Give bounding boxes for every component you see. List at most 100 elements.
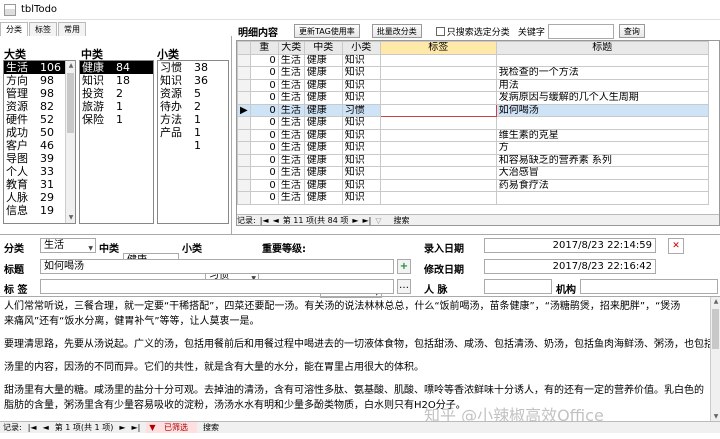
cell-small[interactable]: 知识 bbox=[341, 128, 381, 142]
row-selector[interactable]: ▶ bbox=[237, 103, 251, 117]
table-row[interactable]: 0 生活 健康 知识 bbox=[237, 116, 709, 130]
col-tag[interactable]: 标签 bbox=[379, 41, 497, 55]
only-selected-checkbox[interactable] bbox=[435, 26, 445, 36]
cell-title[interactable]: 和容易缺乏的营养素 系列 bbox=[495, 153, 709, 167]
row-selector[interactable] bbox=[237, 166, 251, 180]
cell-mid[interactable]: 健康 bbox=[303, 128, 343, 142]
filter-badge[interactable]: ▼ 已筛选 bbox=[146, 422, 198, 433]
nav-prev-icon[interactable]: ◄ bbox=[273, 216, 279, 225]
cell-tag[interactable] bbox=[379, 191, 497, 205]
col-title[interactable]: 标题 bbox=[495, 41, 709, 55]
tab-category[interactable]: 分类 bbox=[0, 22, 28, 36]
org-field[interactable] bbox=[580, 279, 718, 294]
scroll-thumb[interactable] bbox=[67, 73, 74, 133]
row-selector[interactable] bbox=[237, 91, 251, 105]
cell-title[interactable] bbox=[495, 53, 709, 67]
cell-small[interactable]: 知识 bbox=[341, 191, 381, 205]
cell-title[interactable] bbox=[495, 116, 709, 130]
cell-big[interactable]: 生活 bbox=[277, 166, 305, 180]
table-row[interactable]: 0 生活 健康 知识 药易食疗法 bbox=[237, 178, 709, 192]
cell-small[interactable]: 知识 bbox=[341, 141, 381, 155]
col-weight[interactable]: 重 bbox=[249, 41, 279, 55]
tag-more-icon[interactable]: … bbox=[397, 279, 411, 294]
cell-w[interactable]: 0 bbox=[249, 153, 279, 167]
row-selector[interactable] bbox=[237, 141, 251, 155]
cell-big[interactable]: 生活 bbox=[277, 191, 305, 205]
nav-next-icon[interactable]: ► bbox=[352, 216, 358, 225]
update-tag-button[interactable]: 更新TAG使用率 bbox=[294, 24, 360, 38]
tag-field[interactable] bbox=[40, 279, 394, 294]
contact-field[interactable] bbox=[484, 279, 552, 294]
cell-mid[interactable]: 健康 bbox=[303, 166, 343, 180]
record-search-input[interactable]: 搜索 bbox=[203, 422, 219, 433]
nav-next-icon[interactable]: ► bbox=[119, 423, 125, 432]
cell-w[interactable]: 0 bbox=[249, 141, 279, 155]
cell-small[interactable]: 知识 bbox=[341, 78, 381, 92]
big-category-list[interactable]: ▲ ▼ 生活 106 方向 98 管理 98 资源 82 硬件 52 成功 50 客户 46 导图 39 个人 3… bbox=[3, 60, 76, 224]
cell-title[interactable]: 药易食疗法 bbox=[495, 178, 709, 192]
cell-tag[interactable] bbox=[379, 66, 497, 80]
cell-mid[interactable]: 健康 bbox=[303, 153, 343, 167]
cell-big[interactable]: 生活 bbox=[277, 78, 305, 92]
cell-title[interactable]: 用法 bbox=[495, 78, 709, 92]
big-combo[interactable]: 生活 bbox=[40, 238, 96, 255]
table-row[interactable]: 0 生活 健康 知识 发病原因与缓解的几个人生周期 bbox=[237, 91, 709, 105]
mid-category-item[interactable]: 保险 1 bbox=[80, 113, 153, 126]
cell-w[interactable]: 0 bbox=[249, 116, 279, 130]
table-row[interactable]: 0 生活 健康 知识 大治感冒 bbox=[237, 166, 709, 180]
tab-common[interactable]: 常用 bbox=[58, 22, 86, 36]
table-row[interactable]: 0 生活 健康 知识 我检查的一个方法 bbox=[237, 66, 709, 80]
table-row[interactable]: 0 生活 健康 知识 和容易缺乏的营养素 系列 bbox=[237, 153, 709, 167]
mid-category-item[interactable]: 投资 2 bbox=[80, 87, 153, 100]
close-record-icon[interactable]: ✕ bbox=[668, 238, 684, 254]
cell-title[interactable]: 大治感冒 bbox=[495, 166, 709, 180]
tab-tag[interactable]: 标签 bbox=[29, 22, 57, 36]
row-selector[interactable] bbox=[237, 78, 251, 92]
cell-mid[interactable]: 健康 bbox=[303, 116, 343, 130]
cell-mid[interactable]: 健康 bbox=[303, 78, 343, 92]
table-row[interactable]: 0 生活 健康 知识 维生素的克星 bbox=[237, 128, 709, 142]
title-field[interactable]: 如何喝汤 bbox=[40, 259, 394, 274]
cell-title[interactable]: 方 bbox=[495, 141, 709, 155]
scroll-thumb[interactable] bbox=[712, 309, 719, 349]
cell-small[interactable]: 习惯 bbox=[341, 103, 381, 117]
row-selector[interactable] bbox=[237, 178, 251, 192]
record-search-input[interactable]: 搜索 bbox=[394, 215, 410, 226]
add-title-icon[interactable]: + bbox=[397, 259, 411, 274]
cell-big[interactable]: 生活 bbox=[277, 128, 305, 142]
modify-date-field[interactable]: 2017/8/23 22:16:42 bbox=[484, 259, 656, 274]
cell-small[interactable]: 知识 bbox=[341, 178, 381, 192]
cell-title[interactable] bbox=[495, 191, 709, 205]
small-category-list[interactable]: 习惯 38 知识 36 资源 5 待办 2 方法 1 产品 1 1 bbox=[157, 60, 229, 224]
cell-w[interactable]: 0 bbox=[249, 191, 279, 205]
col-big[interactable]: 大类 bbox=[277, 41, 305, 55]
cell-tag[interactable] bbox=[379, 103, 497, 117]
cell-tag[interactable] bbox=[379, 91, 497, 105]
cell-big[interactable]: 生活 bbox=[277, 91, 305, 105]
cell-title[interactable]: 我检查的一个方法 bbox=[495, 66, 709, 80]
small-category-item[interactable]: 资源 5 bbox=[158, 87, 228, 100]
cell-small[interactable]: 知识 bbox=[341, 166, 381, 180]
row-selector[interactable] bbox=[237, 191, 251, 205]
cell-small[interactable]: 知识 bbox=[341, 66, 381, 80]
cell-big[interactable]: 生活 bbox=[277, 53, 305, 67]
cell-small[interactable]: 知识 bbox=[341, 91, 381, 105]
cell-title[interactable]: 发病原因与缓解的几个人生周期 bbox=[495, 91, 709, 105]
cell-mid[interactable]: 健康 bbox=[303, 191, 343, 205]
table-row[interactable]: 0 生活 健康 知识 用法 bbox=[237, 78, 709, 92]
cell-w[interactable]: 0 bbox=[249, 53, 279, 67]
cell-mid[interactable]: 健康 bbox=[303, 178, 343, 192]
cell-w[interactable]: 0 bbox=[249, 78, 279, 92]
mid-category-item[interactable]: 知识 18 bbox=[80, 74, 153, 87]
cell-w[interactable]: 0 bbox=[249, 166, 279, 180]
search-button[interactable]: 查询 bbox=[618, 24, 645, 38]
table-row[interactable]: ▶ 0 生活 健康 习惯 如何喝汤 bbox=[237, 103, 709, 117]
scroll-up-icon[interactable]: ▲ bbox=[711, 297, 720, 307]
content-scrollbar[interactable]: ▲ ▼ bbox=[710, 297, 720, 421]
small-category-item[interactable]: 产品 1 bbox=[158, 126, 228, 139]
cell-small[interactable]: 知识 bbox=[341, 53, 381, 67]
cell-big[interactable]: 生活 bbox=[277, 153, 305, 167]
mid-category-list[interactable]: 健康 84 知识 18 投资 2 旅游 1 保险 1 bbox=[79, 60, 154, 224]
big-list-scrollbar[interactable]: ▲ ▼ bbox=[65, 61, 75, 223]
col-mid[interactable]: 中类 bbox=[303, 41, 343, 55]
